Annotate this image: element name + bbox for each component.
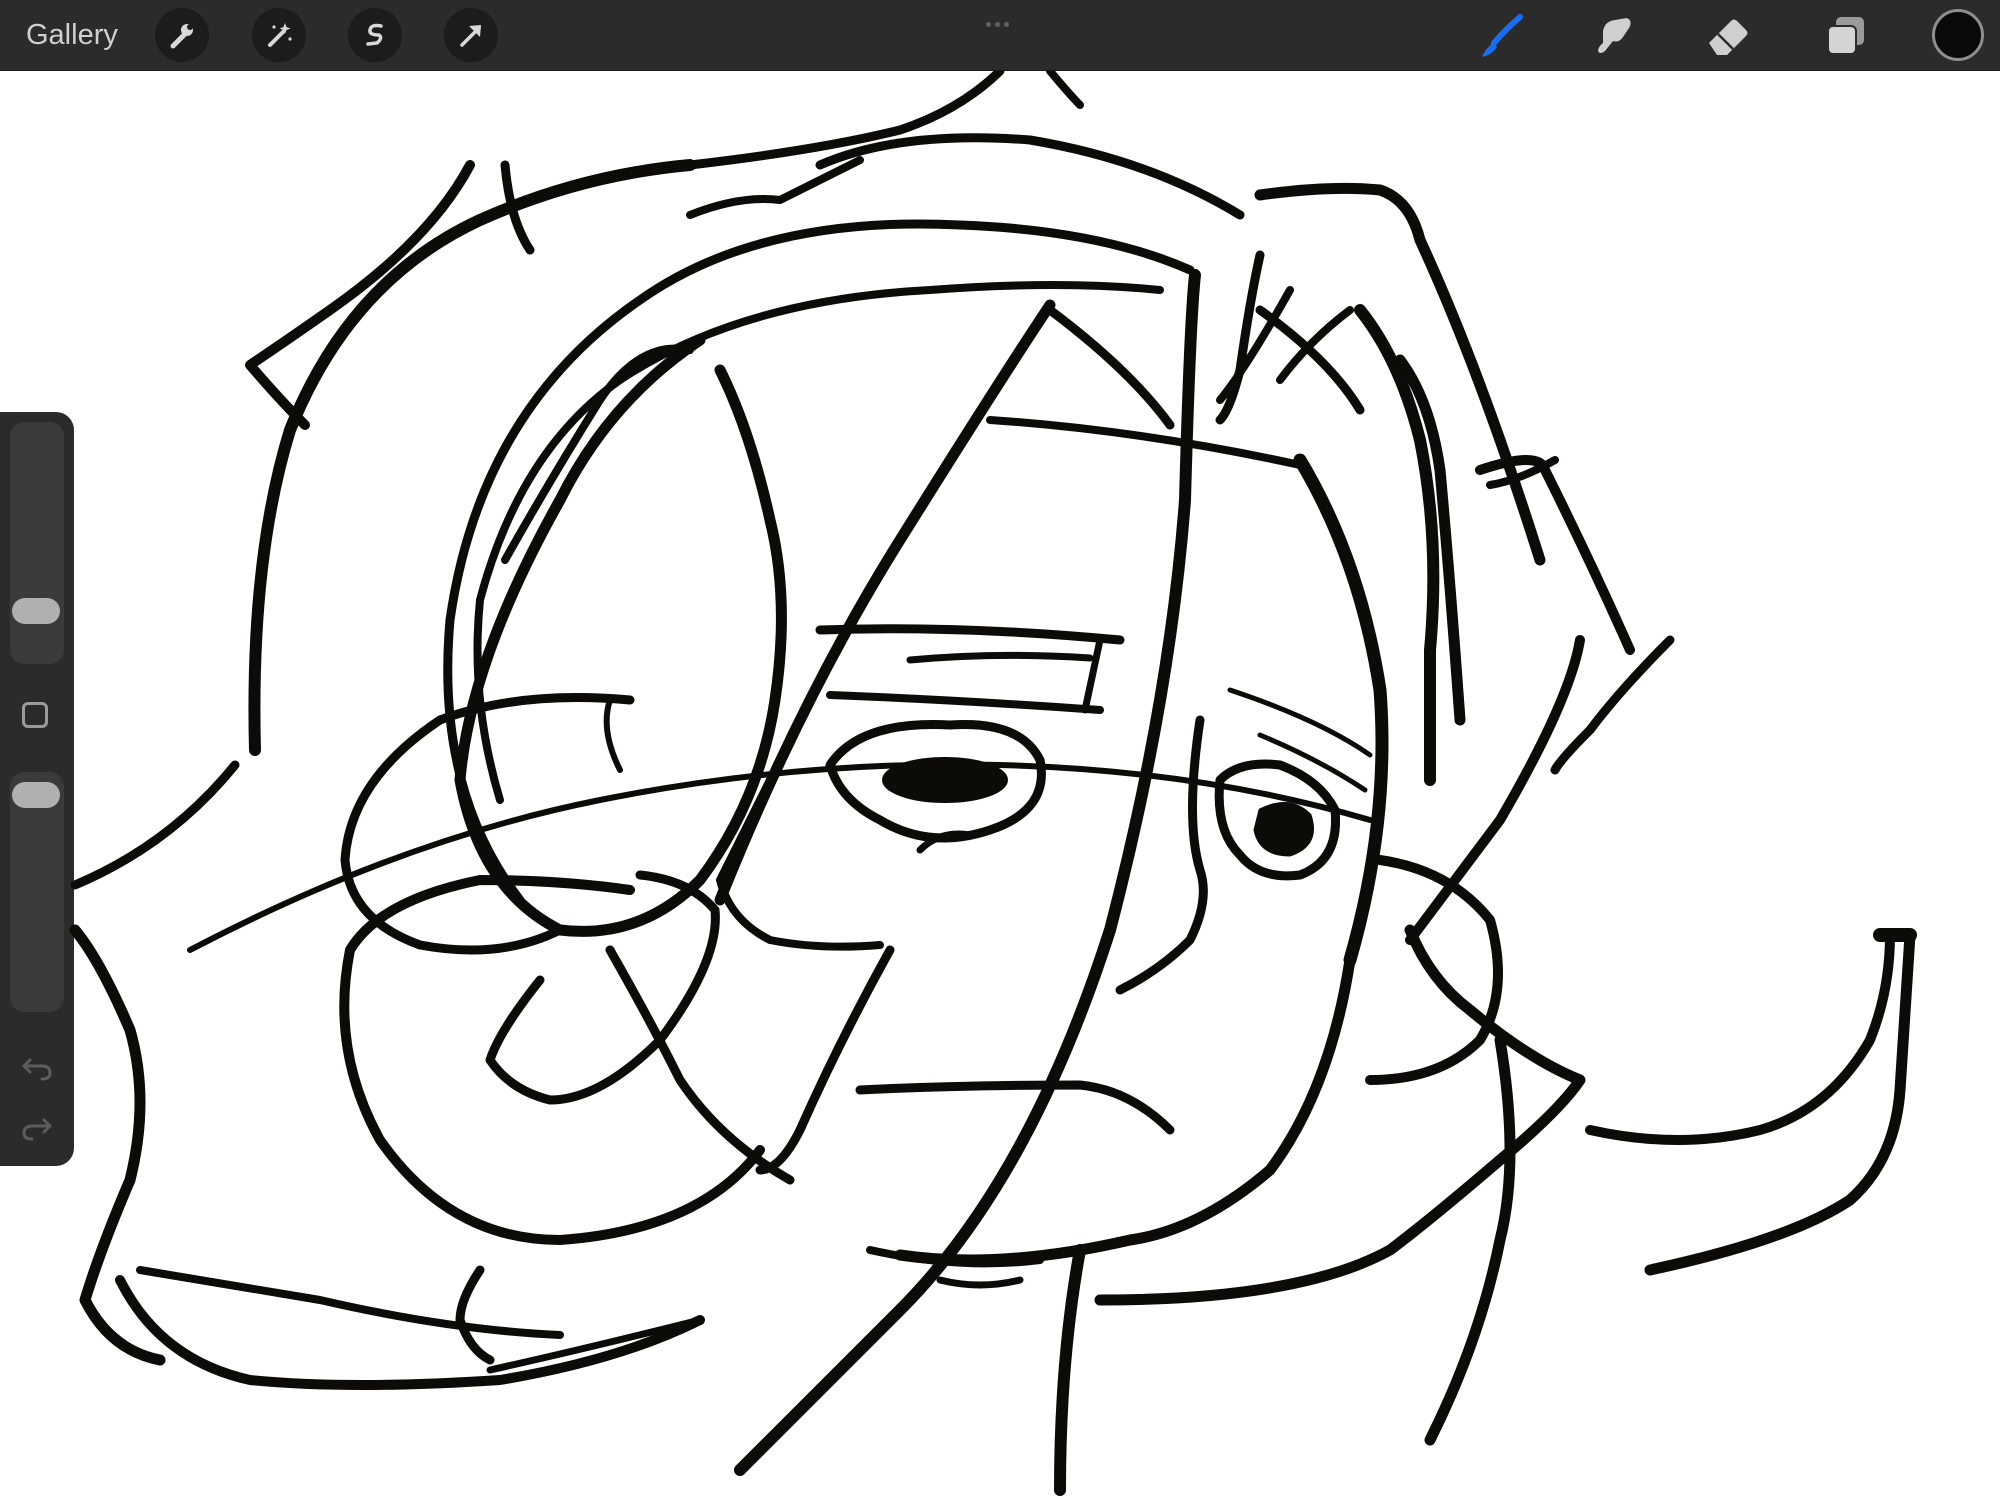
- gallery-button[interactable]: Gallery: [26, 16, 118, 54]
- top-toolbar: Gallery: [0, 0, 2000, 71]
- smudge-tool[interactable]: [1586, 8, 1642, 64]
- wrench-icon: [170, 24, 193, 49]
- layers-tool[interactable]: [1818, 8, 1874, 64]
- selection-button[interactable]: [348, 8, 402, 62]
- selection-icon: [366, 23, 383, 46]
- drawing-canvas[interactable]: [0, 71, 2000, 1500]
- adjustments-button[interactable]: [252, 8, 306, 62]
- transform-button[interactable]: [444, 8, 498, 62]
- color-picker-button[interactable]: [1932, 9, 1984, 61]
- toolbar-grip-handle[interactable]: [986, 14, 1016, 27]
- sketch-strokes: [69, 71, 1917, 1496]
- eraser-icon: [1709, 19, 1748, 55]
- brush-icon: [1482, 14, 1523, 57]
- brush-tool[interactable]: [1473, 8, 1529, 64]
- actions-button[interactable]: [155, 8, 209, 62]
- transform-arrow-icon: [460, 25, 481, 47]
- magic-wand-icon: [268, 23, 292, 47]
- smudge-icon: [1598, 18, 1631, 53]
- layers-icon: [1827, 17, 1864, 55]
- eraser-tool[interactable]: [1700, 8, 1756, 64]
